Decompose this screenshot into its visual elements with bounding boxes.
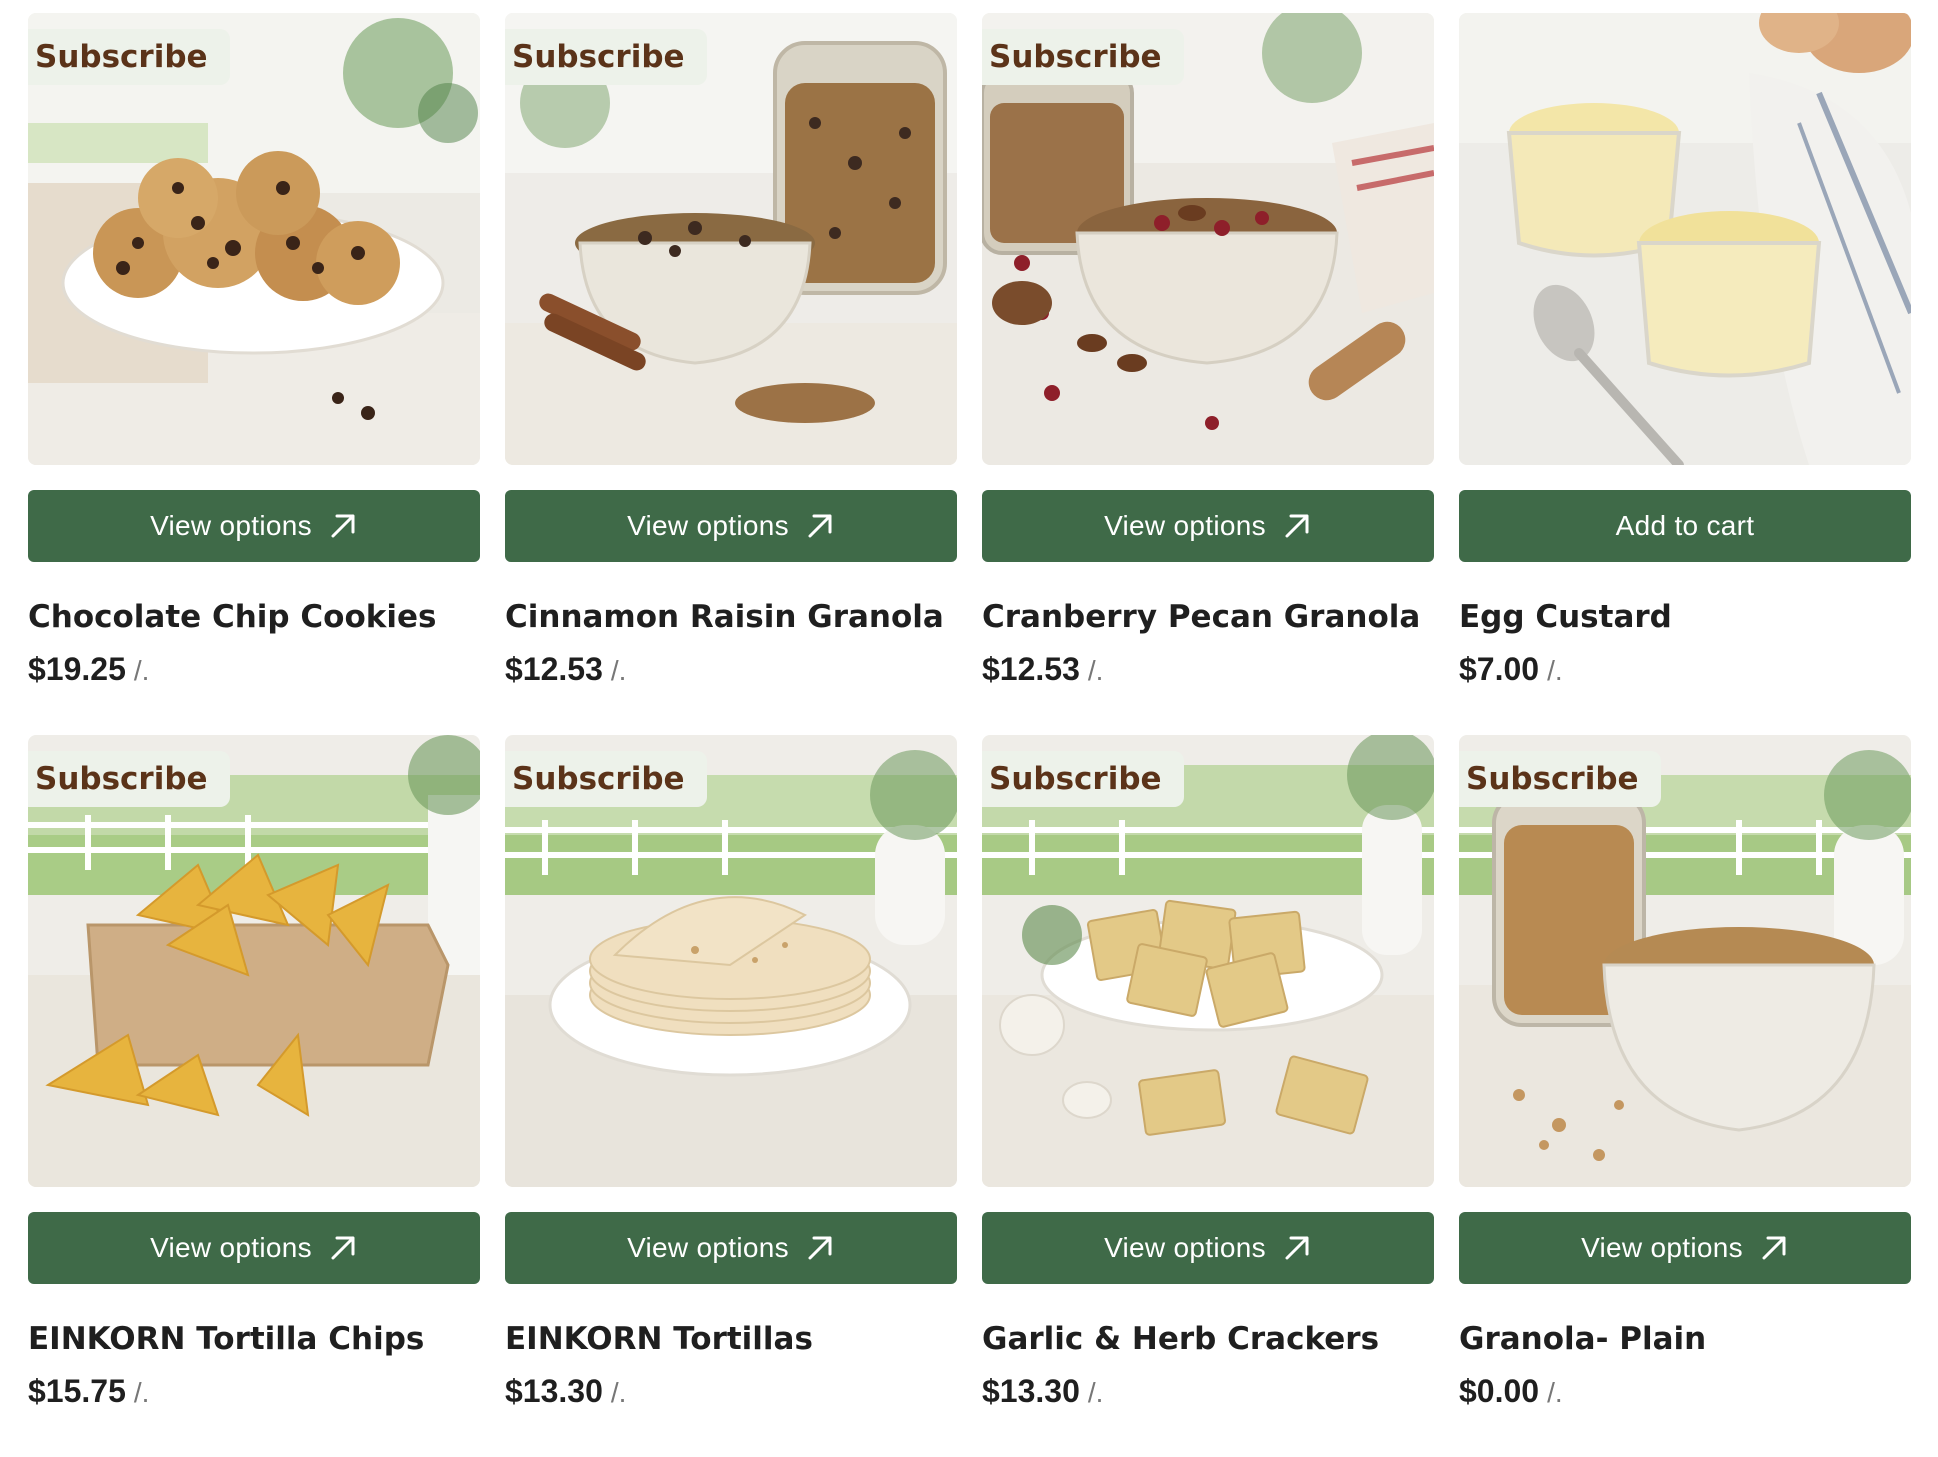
product-card: Add to cart Egg Custard $7.00/. [1459, 13, 1911, 735]
price-row: $7.00/. [1459, 651, 1563, 688]
product-price: $12.53 [505, 651, 603, 687]
view-options-button[interactable]: View options [982, 490, 1434, 562]
add-to-cart-button[interactable]: Add to cart [1459, 490, 1911, 562]
product-card: Subscribe View options Granola- Plain $0… [1459, 735, 1911, 1457]
product-card: Subscribe View options Cranberry Pecan G… [982, 13, 1434, 735]
product-name[interactable]: Cranberry Pecan Granola [982, 599, 1420, 635]
product-price: $13.30 [505, 1373, 603, 1409]
price-row: $12.53/. [982, 651, 1103, 688]
button-label: View options [150, 1232, 312, 1263]
arrow-up-right-icon [805, 1233, 835, 1263]
product-card: Subscribe View options Cinnamon Raisin G… [505, 13, 957, 735]
product-name[interactable]: EINKORN Tortilla Chips [28, 1321, 424, 1357]
price-unit: /. [610, 1377, 627, 1408]
price-row: $0.00/. [1459, 1373, 1563, 1410]
product-image[interactable]: Subscribe [505, 735, 957, 1187]
button-label: View options [150, 510, 312, 541]
product-price: $15.75 [28, 1373, 126, 1409]
arrow-up-right-icon [805, 511, 835, 541]
arrow-up-right-icon [1282, 1233, 1312, 1263]
subscribe-badge: Subscribe [28, 751, 230, 807]
view-options-button[interactable]: View options [982, 1212, 1434, 1284]
view-options-button[interactable]: View options [505, 490, 957, 562]
product-image[interactable]: Subscribe [28, 735, 480, 1187]
product-card: Subscribe View options EINKORN Tortilla … [28, 735, 480, 1457]
price-row: $19.25/. [28, 651, 149, 688]
subscribe-badge: Subscribe [1459, 751, 1661, 807]
product-name[interactable]: Granola- Plain [1459, 1321, 1706, 1357]
view-options-button[interactable]: View options [28, 1212, 480, 1284]
price-row: $15.75/. [28, 1373, 149, 1410]
product-price: $13.30 [982, 1373, 1080, 1409]
subscribe-badge: Subscribe [505, 751, 707, 807]
product-image[interactable]: Subscribe [982, 735, 1434, 1187]
custard-image [1459, 13, 1911, 465]
button-label: View options [627, 1232, 789, 1263]
product-card: Subscribe View options EINKORN Tortillas… [505, 735, 957, 1457]
product-card: Subscribe View options Chocolate Chip Co… [28, 13, 480, 735]
product-card: Subscribe View options Garlic & Herb Cra… [982, 735, 1434, 1457]
product-name[interactable]: Cinnamon Raisin Granola [505, 599, 944, 635]
button-label: View options [627, 510, 789, 541]
subscribe-badge: Subscribe [982, 751, 1184, 807]
price-unit: /. [1087, 1377, 1104, 1408]
arrow-up-right-icon [328, 1233, 358, 1263]
product-price: $12.53 [982, 651, 1080, 687]
price-unit: /. [1087, 655, 1104, 686]
price-unit: /. [133, 655, 150, 686]
view-options-button[interactable]: View options [28, 490, 480, 562]
product-price: $19.25 [28, 651, 126, 687]
price-unit: /. [133, 1377, 150, 1408]
price-unit: /. [1547, 1377, 1563, 1408]
subscribe-badge: Subscribe [505, 29, 707, 85]
arrow-up-right-icon [1282, 511, 1312, 541]
product-image[interactable]: Subscribe [28, 13, 480, 465]
button-label: View options [1104, 510, 1266, 541]
product-image[interactable]: Subscribe [982, 13, 1434, 465]
price-unit: /. [610, 655, 627, 686]
product-name[interactable]: Chocolate Chip Cookies [28, 599, 436, 635]
button-label: View options [1104, 1232, 1266, 1263]
price-unit: /. [1547, 655, 1563, 686]
price-row: $12.53/. [505, 651, 626, 688]
product-name[interactable]: Egg Custard [1459, 599, 1672, 635]
button-label: Add to cart [1615, 510, 1755, 541]
product-image[interactable]: Subscribe [1459, 735, 1911, 1187]
view-options-button[interactable]: View options [505, 1212, 957, 1284]
view-options-button[interactable]: View options [1459, 1212, 1911, 1284]
product-grid: Subscribe View options Chocolate Chip Co… [28, 13, 1911, 1457]
subscribe-badge: Subscribe [982, 29, 1184, 85]
product-price: $0.00 [1459, 1373, 1540, 1409]
product-image[interactable]: Subscribe [505, 13, 957, 465]
subscribe-badge: Subscribe [28, 29, 230, 85]
button-label: View options [1581, 1232, 1743, 1263]
price-row: $13.30/. [982, 1373, 1103, 1410]
arrow-up-right-icon [328, 511, 358, 541]
product-price: $7.00 [1459, 651, 1540, 687]
product-name[interactable]: Garlic & Herb Crackers [982, 1321, 1379, 1357]
price-row: $13.30/. [505, 1373, 626, 1410]
product-image[interactable] [1459, 13, 1911, 465]
arrow-up-right-icon [1759, 1233, 1789, 1263]
product-name[interactable]: EINKORN Tortillas [505, 1321, 813, 1357]
